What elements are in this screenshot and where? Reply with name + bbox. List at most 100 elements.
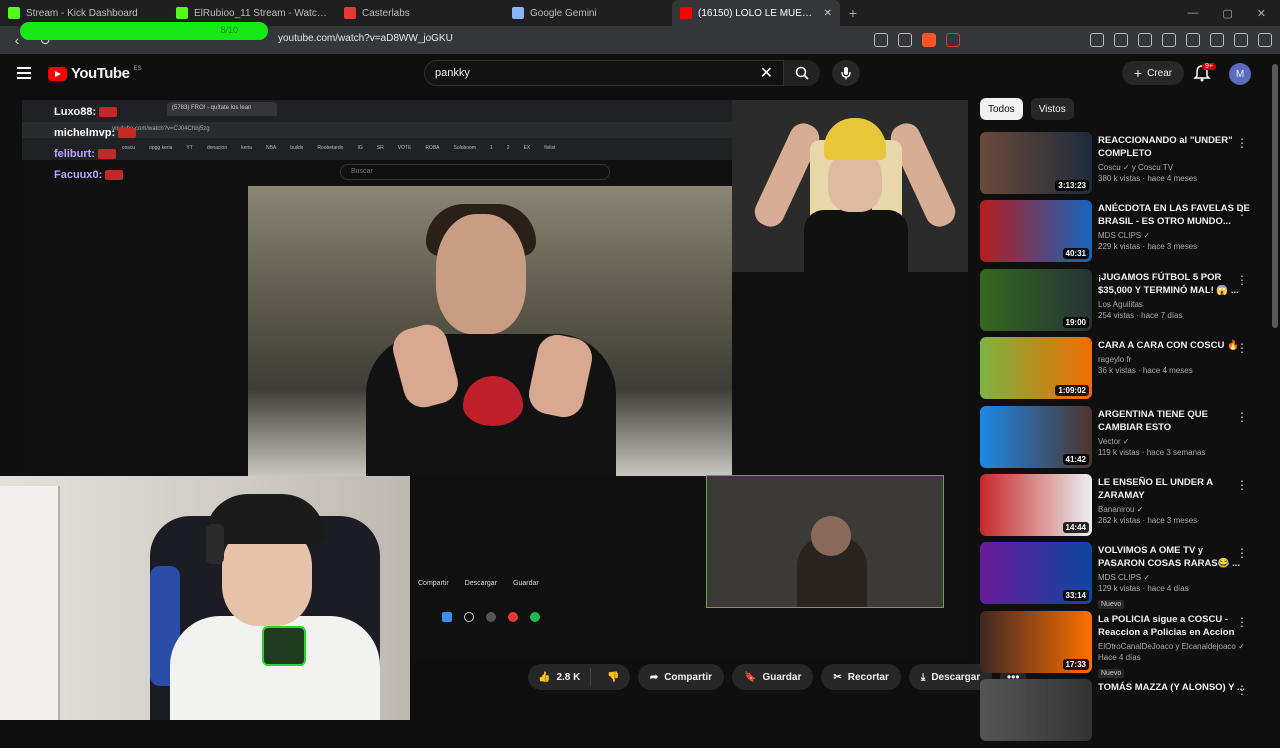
video-title[interactable]: CARA A CARA CON COSCU 🔥 xyxy=(1098,339,1250,352)
related-video-item[interactable]: TOMÁS MAZZA (Y ALONSO) Y ... ⋮ xyxy=(980,679,1250,747)
related-video-item[interactable]: 40:31 ANÉCDOTA EN LAS FAVELAS DE BRASIL … xyxy=(980,200,1250,268)
related-video-item[interactable]: 14:44 LE ENSEÑO EL UNDER A ZARAMAY Banani… xyxy=(980,473,1250,542)
video-title[interactable]: LE ENSEÑO EL UNDER A ZARAMAY xyxy=(1098,476,1250,502)
download-icon[interactable] xyxy=(1210,33,1224,47)
close-tab-icon[interactable]: ✕ xyxy=(824,8,832,19)
chip-vistos[interactable]: Vistos xyxy=(1030,98,1074,120)
youtube-logo[interactable]: YouTube ES xyxy=(48,65,141,82)
related-video-item[interactable]: 41:42 ARGENTINA TIENE QUE CAMBIAR ESTO Ve… xyxy=(980,405,1250,474)
related-video-item[interactable]: 33:14 VOLVIMOS A OME TV y PASARON COSAS … xyxy=(980,542,1250,610)
video-thumbnail[interactable] xyxy=(980,679,1092,742)
search-button[interactable] xyxy=(784,60,820,86)
video-title[interactable]: TOMÁS MAZZA (Y ALONSO) Y ... xyxy=(1098,681,1250,694)
video-options-icon[interactable]: ⋮ xyxy=(1236,341,1248,355)
video-duration: 40:31 xyxy=(1062,248,1089,260)
clip-button[interactable]: ✂ Recortar xyxy=(821,664,901,690)
channel-name[interactable]: MDS CLIPS ✓ xyxy=(1098,231,1250,240)
related-video-item[interactable]: 17:33 La POLICIA sigue a COSCU - Reaccio… xyxy=(980,610,1250,679)
maximize-icon[interactable]: ▢ xyxy=(1222,7,1232,20)
video-thumbnail[interactable]: 1:09:02 xyxy=(980,337,1092,400)
sidebar-icon[interactable] xyxy=(1162,33,1176,47)
channel-name[interactable]: MDS CLIPS ✓ xyxy=(1098,573,1250,582)
browser-tab[interactable]: (16150) LOLO LE MUESTRA E ✕ xyxy=(672,0,840,26)
related-video-item[interactable]: 1:09:02 CARA A CARA CON COSCU 🔥 rageylo f… xyxy=(980,337,1250,405)
search-input[interactable]: pankky ✕ xyxy=(424,60,784,86)
search-icon xyxy=(795,66,809,80)
video-thumbnail[interactable]: 14:44 xyxy=(980,473,1092,536)
video-options-icon[interactable]: ⋮ xyxy=(1236,273,1248,287)
video-info: ARGENTINA TIENE QUE CAMBIAR ESTO Vector ✓… xyxy=(1098,406,1250,474)
extension-icon[interactable] xyxy=(1090,33,1104,47)
video-meta: 262 k vistas · hace 3 meses xyxy=(1098,515,1198,525)
search-value: pankky xyxy=(435,67,470,79)
video-title[interactable]: ARGENTINA TIENE QUE CAMBIAR ESTO xyxy=(1098,408,1250,434)
microphone-icon xyxy=(841,67,851,80)
like-button[interactable]: 👍 2.8 K xyxy=(528,668,592,686)
related-video-item[interactable]: 19:00 ¡JUGAMOS FÚTBOL 5 POR $35,000 Y TE… xyxy=(980,268,1250,337)
video-options-icon[interactable]: ⋮ xyxy=(1236,615,1248,629)
chat-message: feliburt: xyxy=(54,144,136,165)
chat-message: Luxo88: xyxy=(54,102,136,123)
video-title[interactable]: VOLVIMOS A OME TV y PASARON COSAS RARAS😂… xyxy=(1098,544,1250,570)
url-field[interactable]: youtube.com/watch?v=aD8WW_joGKU xyxy=(278,33,453,44)
minimize-icon[interactable]: — xyxy=(1187,7,1198,20)
tab-title: ElRubioo_11 Stream - Watch Live on xyxy=(194,7,328,19)
chat-emote xyxy=(105,170,124,181)
channel-name[interactable]: rageylo fr xyxy=(1098,355,1250,364)
window-close-icon[interactable]: ✕ xyxy=(1257,7,1266,20)
cast-icon[interactable] xyxy=(874,33,888,47)
video-thumbnail[interactable]: 17:33 xyxy=(980,610,1092,673)
dislike-button[interactable]: 👎 xyxy=(597,672,629,683)
share-button[interactable]: ➦ Compartir xyxy=(637,664,724,690)
video-thumbnail[interactable]: 19:00 xyxy=(980,268,1092,331)
channel-name[interactable]: ElOtroCanalDeJoaco y Elcanaldejoaco ✓ xyxy=(1098,642,1250,651)
video-title[interactable]: ¡JUGAMOS FÚTBOL 5 POR $35,000 Y TERMINÓ … xyxy=(1098,271,1250,297)
video-options-icon[interactable]: ⋮ xyxy=(1236,136,1248,150)
new-badge: Nuevo xyxy=(1098,668,1125,678)
video-options-icon[interactable]: ⋮ xyxy=(1236,546,1248,560)
wallet-icon[interactable] xyxy=(1186,33,1200,47)
video-info: LE ENSEÑO EL UNDER A ZARAMAY Bananirou ✓ 2… xyxy=(1098,474,1250,542)
video-meta: 119 k vistas · hace 3 semanas xyxy=(1098,447,1206,457)
screenshot-icon[interactable] xyxy=(1114,33,1128,47)
channel-name[interactable]: Los Aguilitas xyxy=(1098,300,1250,309)
channel-name[interactable]: Bananirou ✓ xyxy=(1098,505,1250,514)
channel-name[interactable]: Vector ✓ xyxy=(1098,437,1250,446)
video-options-icon[interactable]: ⋮ xyxy=(1236,410,1248,424)
video-options-icon[interactable]: ⋮ xyxy=(1236,478,1248,492)
video-thumbnail[interactable]: 33:14 xyxy=(980,542,1092,605)
video-thumbnail[interactable]: 41:42 xyxy=(980,405,1092,468)
embedded-bookmark: builds xyxy=(290,145,304,151)
webcam-door xyxy=(0,486,60,720)
tab-favicon-icon xyxy=(680,7,692,19)
brave-shield-icon[interactable] xyxy=(922,33,936,47)
chat-emote xyxy=(98,149,117,160)
save-button[interactable]: 🔖 Guardar xyxy=(732,664,814,690)
chip-todos[interactable]: Todos xyxy=(980,98,1023,120)
video-thumbnail[interactable]: 3:13:23 xyxy=(980,132,1092,194)
menu-icon[interactable] xyxy=(1258,33,1272,47)
new-tab-icon[interactable]: + xyxy=(840,5,866,21)
page-scrollbar[interactable] xyxy=(1272,64,1278,328)
media-icon[interactable] xyxy=(1138,33,1152,47)
video-options-icon[interactable]: ⋮ xyxy=(1236,683,1248,697)
video-thumbnail[interactable]: 40:31 xyxy=(980,200,1092,263)
create-button[interactable]: + Crear xyxy=(1122,61,1184,85)
vpn-icon[interactable] xyxy=(1234,33,1248,47)
clear-search-icon[interactable]: ✕ xyxy=(760,63,773,83)
related-video-item[interactable]: 3:13:23 REACCIONANDO al "UNDER" COMPLETO… xyxy=(980,132,1250,200)
browser-tab[interactable]: Casterlabs xyxy=(336,0,504,26)
brave-rewards-icon[interactable] xyxy=(946,33,960,47)
channel-name[interactable]: Coscu ✓ y Coscu TV xyxy=(1098,163,1250,172)
video-title[interactable]: La POLICIA sigue a COSCU - Reaccion a Po… xyxy=(1098,613,1250,639)
video-info: VOLVIMOS A OME TV y PASARON COSAS RARAS😂… xyxy=(1098,542,1250,610)
video-options-icon[interactable]: ⋮ xyxy=(1236,204,1248,218)
voice-search-button[interactable] xyxy=(832,60,860,86)
video-title[interactable]: REACCIONANDO al "UNDER" COMPLETO xyxy=(1098,134,1250,160)
video-title[interactable]: ANÉCDOTA EN LAS FAVELAS DE BRASIL - ES O… xyxy=(1098,202,1250,228)
browser-tab[interactable]: Google Gemini xyxy=(504,0,672,26)
share-icon[interactable] xyxy=(898,33,912,47)
thumbs-down-icon: 👎 xyxy=(607,671,620,683)
account-avatar[interactable]: M xyxy=(1229,63,1251,85)
menu-hamburger-icon[interactable] xyxy=(17,67,31,79)
